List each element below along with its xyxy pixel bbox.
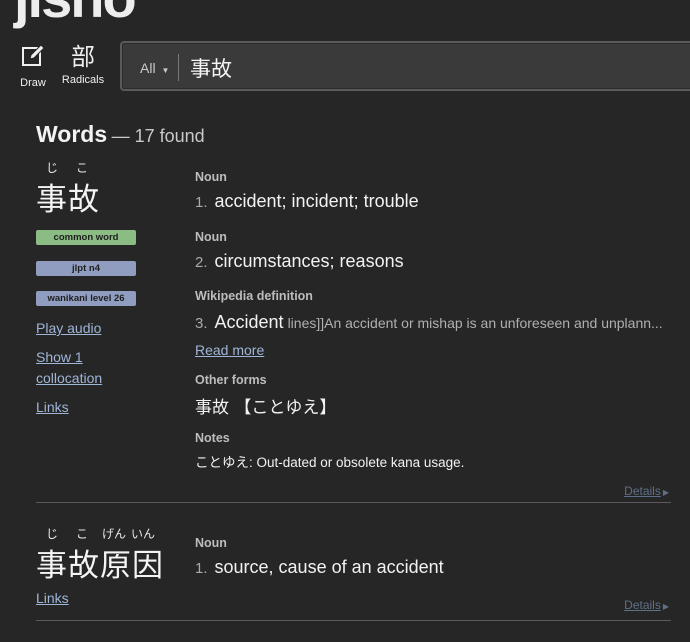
search-divider [178,54,179,81]
sense-number: 1. [195,560,208,577]
caret-down-icon: ▼ [161,66,170,75]
notes-text: ことゆえ: Out-dated or obsolete kana usage. [195,455,465,470]
wikipedia-label: Wikipedia definition [195,289,313,303]
wanikani-badge: wanikani level 26 [36,291,136,306]
other-forms: 事故 【ことゆえ】 [195,398,337,418]
triangle-right-icon: ▶ [662,602,669,611]
meaning: 2. circumstances; reasons [195,251,404,272]
entry-divider [36,620,671,621]
search-filter-value: All [140,60,156,76]
entry-divider [36,502,671,503]
meaning-text: circumstances; reasons [214,251,404,271]
pencil-square-icon [21,44,45,72]
site-logo[interactable]: jisho [14,0,137,26]
meaning: 1. accident; incident; trouble [195,191,419,212]
meaning: 1. source, cause of an accident [195,557,444,578]
links-link[interactable]: Links [36,588,69,609]
read-more-link[interactable]: Read more [195,342,264,358]
results-header: Words — 17 found [36,121,205,148]
details-link[interactable]: Details ▶ [624,598,669,612]
entry-word: 事故原因 [36,548,164,584]
radicals-label: Radicals [61,74,105,86]
show-collocation-link[interactable]: Show 1 collocation [36,347,116,389]
notes-label: Notes [195,431,230,445]
entry-word: 事故 [36,182,100,218]
play-audio-link[interactable]: Play audio [36,318,101,339]
jlpt-badge: jlpt n4 [36,261,136,276]
part-of-speech: Noun [195,170,227,184]
sense-number: 2. [195,254,208,271]
other-forms-label: Other forms [195,373,267,387]
triangle-right-icon: ▶ [662,488,669,497]
draw-button[interactable]: Draw [18,44,48,89]
details-label: Details [624,484,661,498]
meaning-text: source, cause of an accident [214,557,444,577]
radicals-button[interactable]: 部 Radicals [60,44,106,86]
details-link[interactable]: Details ▶ [624,484,669,498]
wiki-heading: Accident [214,312,284,332]
search-filter-select[interactable]: All ▼ [140,60,169,76]
wikipedia-definition: 3. Accident lines]]An accident or mishap i… [195,309,665,364]
wiki-abstract: lines]]An accident or mishap is an unfor… [287,315,663,331]
results-title: Words [36,121,108,147]
sense-number: 1. [195,194,208,211]
common-word-badge: common word [36,230,136,245]
radical-glyph: 部 [71,43,95,71]
results-count: — 17 found [111,126,205,146]
draw-label: Draw [20,77,46,89]
search-input[interactable]: 事故 [190,53,232,83]
part-of-speech: Noun [195,536,227,550]
part-of-speech: Noun [195,230,227,244]
links-link[interactable]: Links [36,397,69,418]
details-label: Details [624,598,661,612]
sense-number: 3. [195,315,208,332]
meaning-text: accident; incident; trouble [214,191,419,211]
search-bar: All ▼ 事故 [120,41,690,91]
